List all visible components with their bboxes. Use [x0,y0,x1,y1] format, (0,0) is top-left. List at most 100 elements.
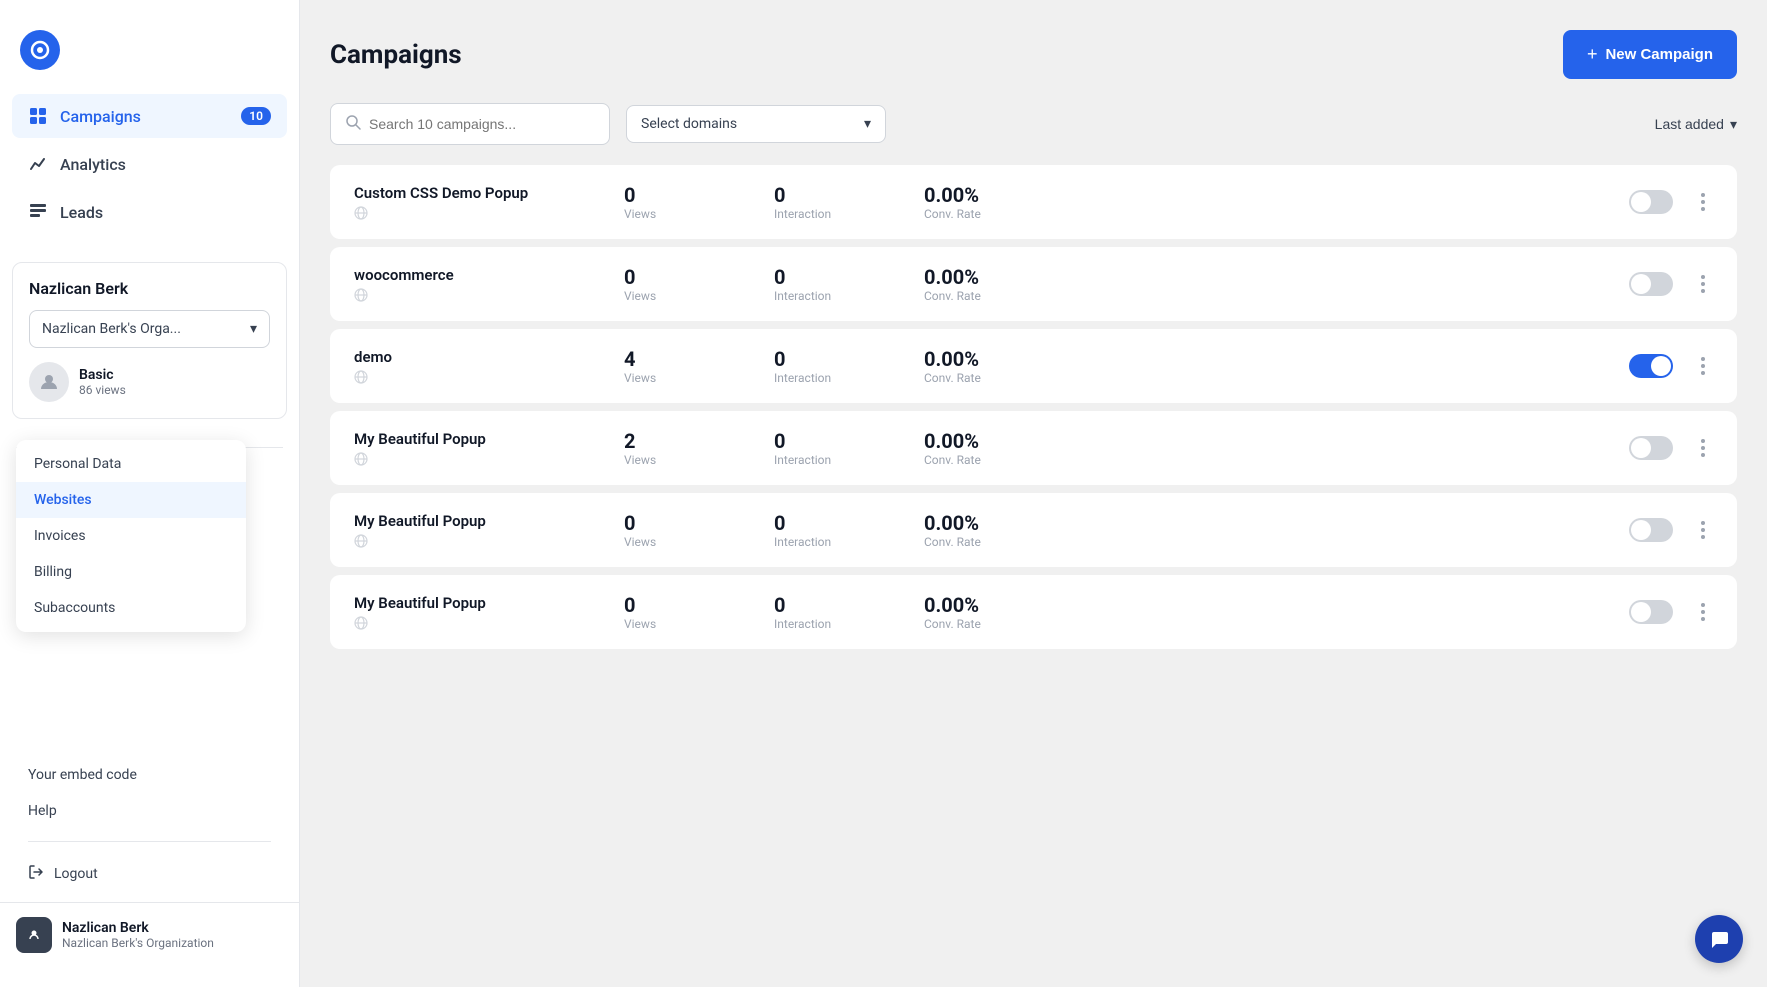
conv-rate-label: Conv. Rate [924,535,1024,549]
campaign-name-section: My Beautiful Popup [354,594,574,630]
campaign-more-button[interactable] [1693,517,1713,543]
menu-item-websites[interactable]: Websites [16,482,246,518]
logout-label: Logout [54,866,98,882]
search-icon [345,114,361,134]
sidebar-item-leads[interactable]: Leads [12,190,287,234]
campaign-name: My Beautiful Popup [354,512,574,530]
more-dot [1701,207,1705,211]
chevron-down-icon: ▾ [250,321,257,337]
menu-item-personal-data[interactable]: Personal Data [16,446,246,482]
sidebar-item-analytics[interactable]: Analytics [12,142,287,186]
views-label: Views [624,453,724,467]
conv-rate-label: Conv. Rate [924,207,1024,221]
conv-rate-label: Conv. Rate [924,289,1024,303]
leads-icon [28,202,48,222]
campaigns-badge: 10 [241,107,271,125]
interaction-value: 0 [774,429,874,453]
main-content: Campaigns + New Campaign Select domains … [300,0,1767,987]
new-campaign-button[interactable]: + New Campaign [1563,30,1737,79]
org-dropdown[interactable]: Nazlican Berk's Orga... ▾ [29,310,270,348]
campaign-name-section: Custom CSS Demo Popup [354,184,574,220]
stat-conv-rate: 0.00% Conv. Rate [924,429,1024,467]
campaign-more-button[interactable] [1693,189,1713,215]
campaign-name: My Beautiful Popup [354,430,574,448]
campaign-toggle[interactable] [1629,600,1673,624]
stat-views: 2 Views [624,429,724,467]
interaction-value: 0 [774,511,874,535]
plus-icon: + [1587,44,1598,65]
toggle-knob [1631,602,1651,622]
stat-interaction: 0 Interaction [774,183,874,221]
stat-views: 0 Views [624,593,724,631]
campaign-toggle[interactable] [1629,518,1673,542]
user-name: Nazlican Berk [62,920,214,936]
logout-icon [28,864,44,884]
main-nav: Campaigns 10 Analytics Leads [0,94,299,238]
sort-chevron-icon: ▾ [1730,116,1737,133]
interaction-label: Interaction [774,207,874,221]
chat-button[interactable] [1695,915,1743,963]
views-value: 0 [624,183,724,207]
conv-rate-value: 0.00% [924,511,1024,535]
divider-2 [28,841,271,842]
user-org: Nazlican Berk's Organization [62,936,214,950]
campaign-domain [354,206,574,220]
campaign-more-button[interactable] [1693,353,1713,379]
logout-button[interactable]: Logout [12,854,287,894]
search-box[interactable] [330,103,610,145]
menu-item-invoices[interactable]: Invoices [16,518,246,554]
campaign-domain [354,288,574,302]
views-label: Views [624,535,724,549]
views-value: 0 [624,593,724,617]
logo-area [0,20,299,94]
sort-label: Last added [1655,116,1724,132]
campaign-name: woocommerce [354,266,574,284]
campaign-toggle[interactable] [1629,436,1673,460]
interaction-label: Interaction [774,617,874,631]
conv-rate-value: 0.00% [924,593,1024,617]
campaign-more-button[interactable] [1693,435,1713,461]
embed-code-link[interactable]: Your embed code [12,757,287,793]
toggle-knob [1631,274,1651,294]
new-campaign-label: New Campaign [1605,46,1713,63]
campaign-toggle[interactable] [1629,354,1673,378]
sort-button[interactable]: Last added ▾ [1655,116,1737,133]
menu-item-billing[interactable]: Billing [16,554,246,590]
user-avatar [16,917,52,953]
views-value: 2 [624,429,724,453]
sidebar-item-campaigns[interactable]: Campaigns 10 [12,94,287,138]
stat-conv-rate: 0.00% Conv. Rate [924,511,1024,549]
campaign-name-section: woocommerce [354,266,574,302]
more-dot [1701,371,1705,375]
toggle-knob [1631,520,1651,540]
stat-interaction: 0 Interaction [774,511,874,549]
campaign-toggle[interactable] [1629,190,1673,214]
campaign-more-button[interactable] [1693,271,1713,297]
campaign-toggle[interactable] [1629,272,1673,296]
campaign-name-section: My Beautiful Popup [354,512,574,548]
campaign-more-button[interactable] [1693,599,1713,625]
leads-label: Leads [60,203,103,222]
more-dot [1701,446,1705,450]
plan-name: Basic [79,367,126,383]
menu-item-subaccounts[interactable]: Subaccounts [16,590,246,626]
interaction-value: 0 [774,593,874,617]
domain-select-value: Select domains [641,116,737,132]
more-dot [1701,453,1705,457]
campaign-domain [354,616,574,630]
help-link[interactable]: Help [12,793,287,829]
campaigns-list: Custom CSS Demo Popup 0 Views 0 Interact… [330,165,1737,649]
user-footer: Nazlican Berk Nazlican Berk's Organizati… [0,902,299,967]
stat-interaction: 0 Interaction [774,429,874,467]
conv-rate-label: Conv. Rate [924,371,1024,385]
stat-views: 0 Views [624,265,724,303]
more-dot [1701,364,1705,368]
stat-conv-rate: 0.00% Conv. Rate [924,593,1024,631]
stat-views: 0 Views [624,511,724,549]
views-value: 4 [624,347,724,371]
views-value: 0 [624,511,724,535]
campaign-row: My Beautiful Popup 0 Views 0 Interaction… [330,575,1737,649]
domain-select[interactable]: Select domains ▾ [626,105,886,143]
campaign-row: woocommerce 0 Views 0 Interaction 0.00% … [330,247,1737,321]
search-input[interactable] [369,116,595,132]
